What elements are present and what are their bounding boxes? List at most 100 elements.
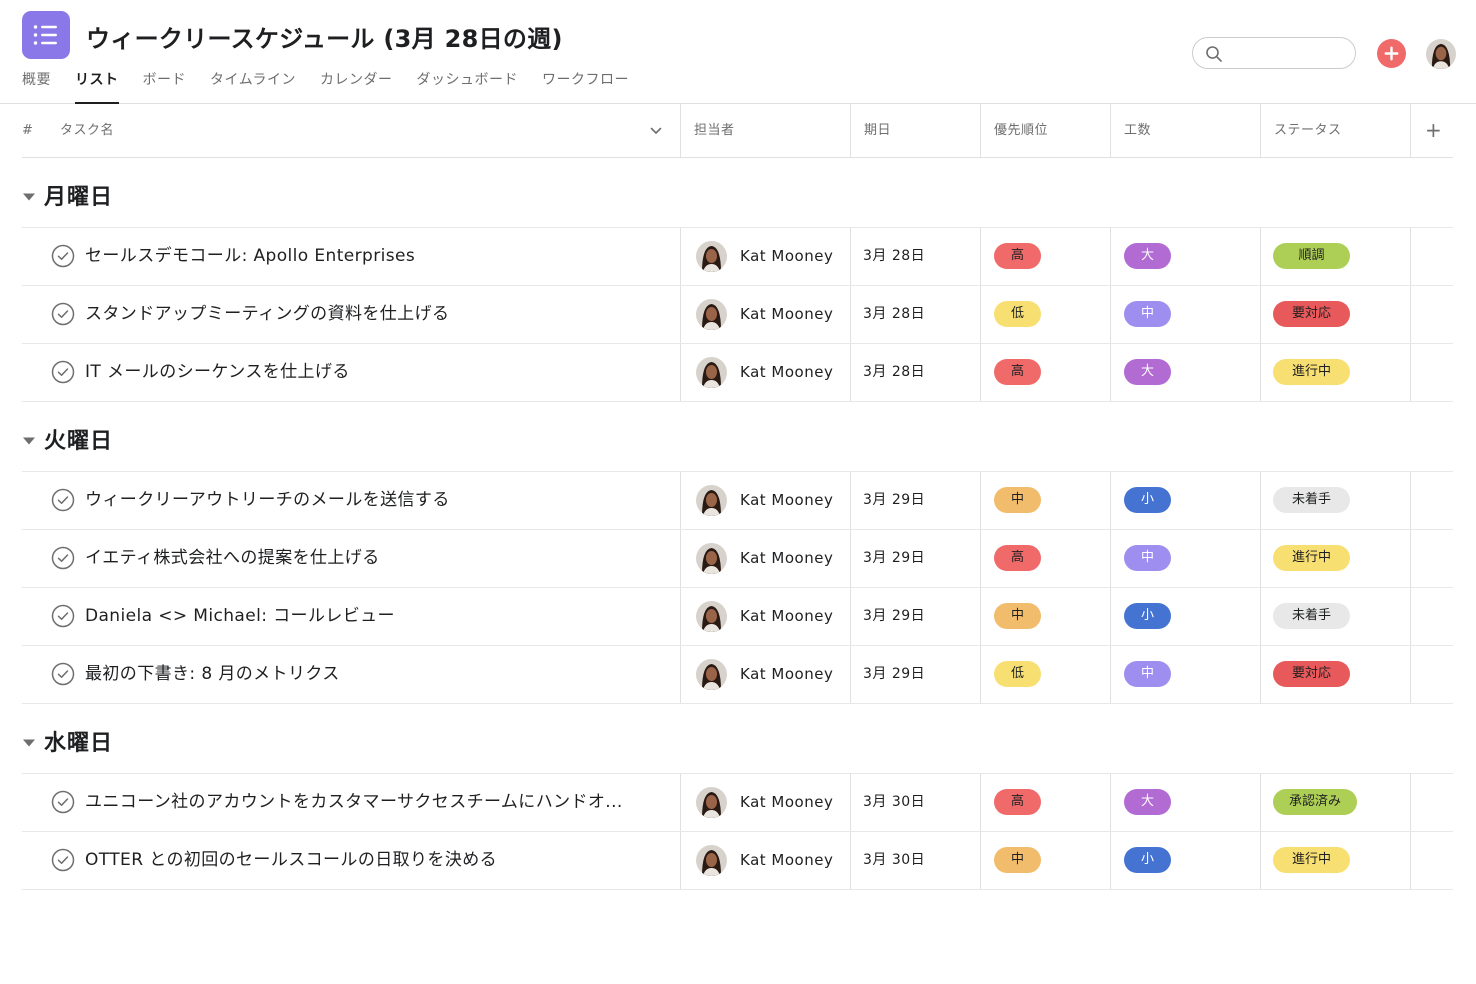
assignee-name[interactable]: Kat Mooney — [740, 832, 833, 889]
caret-down-icon[interactable] — [22, 431, 36, 450]
assignee-avatar — [696, 659, 727, 690]
assignee-name[interactable]: Kat Mooney — [740, 774, 833, 831]
due-date[interactable]: 3月 28日 — [863, 286, 925, 343]
assignee-name[interactable]: Kat Mooney — [740, 228, 833, 285]
tab-5[interactable]: ダッシュボード — [417, 72, 519, 104]
column-status[interactable]: ステータス — [1274, 104, 1342, 157]
effort-badge[interactable]: 小 — [1124, 603, 1171, 629]
task-name[interactable]: OTTER との初回のセールスコールの日取りを決める — [85, 832, 665, 889]
assignee-name[interactable]: Kat Mooney — [740, 344, 833, 401]
section-header: 火曜日 — [22, 402, 1453, 472]
caret-down-icon[interactable] — [22, 187, 36, 206]
column-header-row: # タスク名 担当者 期日 優先順位 工数 ステータス + — [22, 104, 1453, 158]
complete-check-icon[interactable] — [51, 302, 75, 326]
task-row[interactable]: ウィークリーアウトリーチのメールを送信する Kat Mooney 3月 29日 中 小 未… — [22, 472, 1453, 530]
priority-badge[interactable]: 高 — [994, 545, 1041, 571]
assignee-name[interactable]: Kat Mooney — [740, 646, 833, 703]
user-avatar[interactable] — [1426, 39, 1456, 69]
due-date[interactable]: 3月 29日 — [863, 472, 925, 529]
task-name[interactable]: スタンドアップミーティングの資料を仕上げる — [85, 286, 665, 343]
priority-badge[interactable]: 中 — [994, 847, 1041, 873]
effort-badge[interactable]: 中 — [1124, 301, 1171, 327]
complete-check-icon[interactable] — [51, 488, 75, 512]
tab-1[interactable]: リスト — [75, 72, 119, 104]
due-date[interactable]: 3月 30日 — [863, 774, 925, 831]
column-due-date[interactable]: 期日 — [864, 104, 891, 157]
task-name[interactable]: イエティ株式会社への提案を仕上げる — [85, 530, 665, 587]
task-name[interactable]: Daniela <> Michael: コールレビュー — [85, 588, 665, 645]
complete-check-icon[interactable] — [51, 360, 75, 384]
effort-badge[interactable]: 小 — [1124, 487, 1171, 513]
project-icon[interactable] — [22, 11, 70, 59]
task-row[interactable]: セールスデモコール: Apollo Enterprises Kat Mooney 3… — [22, 228, 1453, 286]
tab-6[interactable]: ワークフロー — [542, 72, 629, 104]
complete-check-icon[interactable] — [51, 848, 75, 872]
priority-badge[interactable]: 中 — [994, 603, 1041, 629]
task-row[interactable]: IT メールのシーケンスを仕上げる Kat Mooney 3月 28日 高 大 進行中 — [22, 344, 1453, 402]
status-badge[interactable]: 進行中 — [1273, 359, 1350, 385]
assignee-name[interactable]: Kat Mooney — [740, 588, 833, 645]
task-row[interactable]: 最初の下書き: 8 月のメトリクス Kat Mooney 3月 29日 低 中 要対応 — [22, 646, 1453, 704]
assignee-name[interactable]: Kat Mooney — [740, 286, 833, 343]
priority-badge[interactable]: 低 — [994, 661, 1041, 687]
task-row[interactable]: OTTER との初回のセールスコールの日取りを決める Kat Mooney 3月 3… — [22, 832, 1453, 890]
priority-badge[interactable]: 高 — [994, 359, 1041, 385]
due-date[interactable]: 3月 28日 — [863, 344, 925, 401]
status-badge[interactable]: 進行中 — [1273, 545, 1350, 571]
search-box[interactable] — [1192, 37, 1356, 69]
assignee-avatar — [696, 601, 727, 632]
section-title: 月曜日 — [44, 185, 114, 210]
caret-down-icon[interactable] — [22, 733, 36, 752]
task-name[interactable]: セールスデモコール: Apollo Enterprises — [85, 228, 665, 285]
due-date[interactable]: 3月 28日 — [863, 228, 925, 285]
effort-badge[interactable]: 大 — [1124, 243, 1171, 269]
effort-badge[interactable]: 大 — [1124, 359, 1171, 385]
priority-badge[interactable]: 高 — [994, 243, 1041, 269]
tab-3[interactable]: タイムライン — [210, 72, 296, 104]
due-date[interactable]: 3月 29日 — [863, 530, 925, 587]
status-badge[interactable]: 順調 — [1273, 243, 1350, 269]
tab-0[interactable]: 概要 — [22, 72, 51, 104]
task-name[interactable]: ウィークリーアウトリーチのメールを送信する — [85, 472, 665, 529]
add-column-button[interactable]: + — [1425, 104, 1442, 157]
complete-check-icon[interactable] — [51, 546, 75, 570]
effort-badge[interactable]: 中 — [1124, 545, 1171, 571]
status-badge[interactable]: 未着手 — [1273, 487, 1350, 513]
status-badge[interactable]: 未着手 — [1273, 603, 1350, 629]
complete-check-icon[interactable] — [51, 604, 75, 628]
column-task-name[interactable]: タスク名 — [60, 104, 114, 157]
status-badge[interactable]: 進行中 — [1273, 847, 1350, 873]
effort-badge[interactable]: 中 — [1124, 661, 1171, 687]
status-badge[interactable]: 承認済み — [1273, 789, 1358, 815]
column-priority[interactable]: 優先順位 — [994, 104, 1048, 157]
due-date[interactable]: 3月 29日 — [863, 646, 925, 703]
task-name[interactable]: ユニコーン社のアカウントをカスタマーサクセスチームにハンドオ... — [85, 774, 665, 831]
due-date[interactable]: 3月 29日 — [863, 588, 925, 645]
assignee-name[interactable]: Kat Mooney — [740, 472, 833, 529]
complete-check-icon[interactable] — [51, 662, 75, 686]
priority-badge[interactable]: 中 — [994, 487, 1041, 513]
priority-badge[interactable]: 低 — [994, 301, 1041, 327]
chevron-down-icon[interactable] — [650, 126, 662, 136]
task-row[interactable]: イエティ株式会社への提案を仕上げる Kat Mooney 3月 29日 高 中 進行中 — [22, 530, 1453, 588]
effort-badge[interactable]: 大 — [1124, 789, 1171, 815]
tab-2[interactable]: ボード — [143, 72, 187, 104]
due-date[interactable]: 3月 30日 — [863, 832, 925, 889]
priority-badge[interactable]: 高 — [994, 789, 1041, 815]
complete-check-icon[interactable] — [51, 244, 75, 268]
assignee-name[interactable]: Kat Mooney — [740, 530, 833, 587]
status-badge[interactable]: 要対応 — [1273, 301, 1350, 327]
task-row[interactable]: スタンドアップミーティングの資料を仕上げる Kat Mooney 3月 28日 低 中 要… — [22, 286, 1453, 344]
tab-4[interactable]: カレンダー — [320, 72, 393, 104]
task-name[interactable]: IT メールのシーケンスを仕上げる — [85, 344, 665, 401]
task-row[interactable]: Daniela <> Michael: コールレビュー Kat Mooney 3月 … — [22, 588, 1453, 646]
task-name[interactable]: 最初の下書き: 8 月のメトリクス — [85, 646, 665, 703]
task-row[interactable]: ユニコーン社のアカウントをカスタマーサクセスチームにハンドオ... Kat Moo… — [22, 774, 1453, 832]
search-input[interactable] — [1229, 43, 1347, 63]
complete-check-icon[interactable] — [51, 790, 75, 814]
column-effort[interactable]: 工数 — [1124, 104, 1151, 157]
column-assignee[interactable]: 担当者 — [694, 104, 735, 157]
effort-badge[interactable]: 小 — [1124, 847, 1171, 873]
add-button[interactable] — [1377, 39, 1406, 68]
status-badge[interactable]: 要対応 — [1273, 661, 1350, 687]
